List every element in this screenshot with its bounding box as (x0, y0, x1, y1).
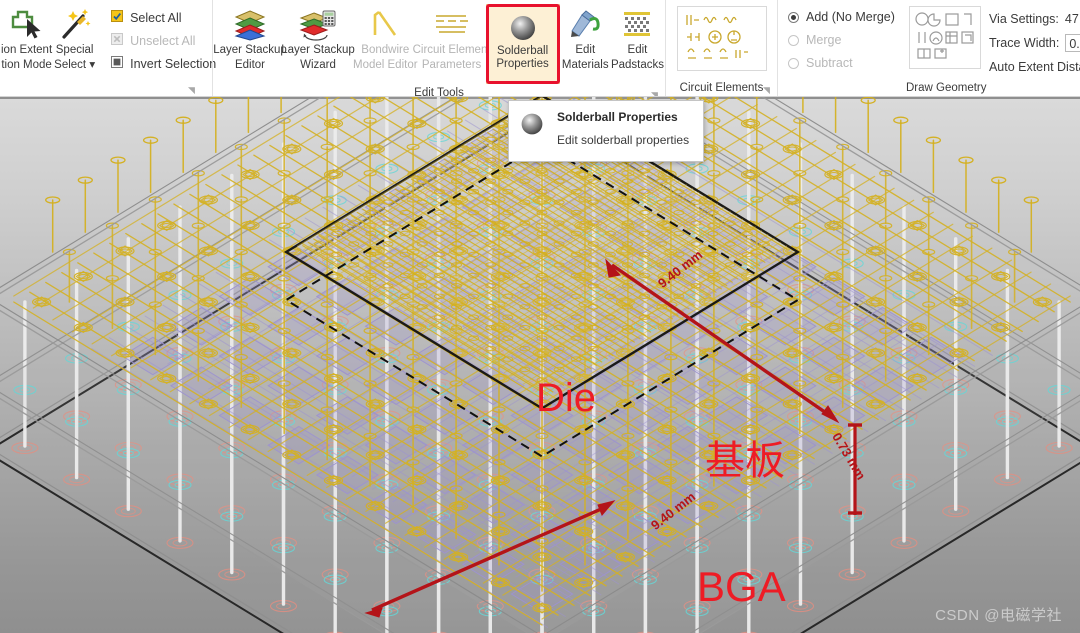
merge-label: Merge (806, 33, 842, 47)
ribbon-group-draw-geometry: Add (No Merge) Merge Subtract Via Settin… (777, 0, 1080, 96)
invert-selection-item[interactable]: Invert Selection (110, 54, 216, 74)
draw-geometry-group-title-text: Draw Geometry (906, 82, 987, 94)
selection-commands-list: Select All Unselect All Invert Selection (104, 4, 222, 74)
tooltip-title: Solderball Properties (557, 110, 678, 124)
3d-layout-viewport[interactable]: Die 基板 BGA 9.40 mm 9.40 mm 0.73 mm CSDN … (0, 97, 1080, 633)
unselect-all-item[interactable]: Unselect All (110, 31, 216, 51)
edit-padstacks-label-1: Edit (627, 44, 648, 56)
ribbon-toolbar: ion Extent tion Mode Special Select ▾ Se… (0, 0, 1080, 97)
select-all-label: Select All (130, 11, 182, 25)
selection-extent-button[interactable]: ion Extent tion Mode (0, 4, 53, 72)
layer-stackup-wizard-icon (297, 6, 339, 42)
selection-extent-label-1: ion Extent (1, 44, 53, 56)
draw-geometry-fields: Via Settings: 47 Trace Width: 0. Auto Ex… (981, 2, 1080, 77)
solderball-label-1: Solderball (496, 45, 549, 57)
circuit-elements-group-title-text: Circuit Elements (679, 82, 764, 94)
select-all-item[interactable]: Select All (110, 8, 216, 28)
circuit-elements-palette-icon[interactable] (676, 6, 767, 71)
subtract-label: Subtract (806, 56, 853, 70)
circuit-elements-dialog-launcher-icon[interactable]: ◥ (762, 86, 771, 95)
layer-stackup-wizard-label-1: Layer Stackup (281, 44, 355, 56)
substrate-label: 基板 (705, 439, 785, 483)
edit-materials-label-1: Edit (575, 44, 596, 56)
via-settings-label: Via Settings: (988, 11, 1059, 26)
add-no-merge-label: Add (No Merge) (806, 10, 895, 24)
watermark: CSDN @电磁学社 (935, 607, 1062, 624)
ribbon-group-edit-tools: Layer Stackup Editor Layer Stackup Wizar… (212, 0, 665, 97)
ribbon-group-selection: ion Extent tion Mode Special Select ▾ Se… (0, 0, 216, 96)
selection-extent-icon (7, 6, 47, 42)
bga-label: BGA (697, 563, 786, 610)
add-no-merge-radio-icon (788, 11, 799, 23)
add-no-merge-radio[interactable]: Add (No Merge) (788, 8, 895, 26)
ribbon-group-circuit-elements: Circuit Elements ◥ (665, 0, 777, 96)
trace-width-input[interactable]: 0. (1065, 33, 1080, 52)
special-select-button[interactable]: Special Select ▾ (53, 4, 96, 72)
tooltip-solderball-icon (519, 109, 545, 142)
edit-padstacks-button[interactable]: Edit Padstacks (610, 4, 665, 72)
invert-selection-label: Invert Selection (130, 57, 217, 71)
layer-stackup-editor-label-2: Editor (234, 59, 266, 71)
draw-shapes-palette-icon[interactable] (908, 6, 981, 69)
auto-extent-distance-row: Auto Extent Distance: 0. (989, 56, 1080, 77)
subtract-radio[interactable]: Subtract (788, 54, 895, 72)
merge-radio[interactable]: Merge (788, 31, 895, 49)
ribbon-group-draw-geometry-title: Draw Geometry (778, 79, 1079, 96)
ribbon-group-edit-tools-title: Edit Tools ◥ (213, 84, 665, 97)
selection-dialog-launcher-icon[interactable]: ◥ (187, 86, 196, 95)
ribbon-group-circuit-elements-title: Circuit Elements ◥ (666, 79, 777, 96)
edit-padstacks-icon (618, 6, 656, 42)
select-all-icon (110, 9, 124, 28)
merge-mode-radio-group: Add (No Merge) Merge Subtract (778, 2, 903, 72)
special-select-label-2: Select ▾ (54, 59, 96, 71)
edit-materials-icon (566, 6, 604, 42)
bondwire-label-1: Bondwire (361, 44, 410, 56)
circuit-element-parameters-button[interactable]: Circuit Element Parameters (413, 4, 491, 72)
merge-radio-icon (788, 34, 799, 46)
circuit-element-parameters-label-1: Circuit Element (412, 44, 491, 56)
solderball-properties-button[interactable]: Solderball Properties (485, 4, 560, 84)
auto-extent-distance-label: Auto Extent Distance: (988, 59, 1080, 74)
via-settings-row: Via Settings: 47 (989, 8, 1080, 29)
trace-width-row: Trace Width: 0. (989, 32, 1080, 53)
magic-wand-icon (57, 6, 93, 42)
bondwire-label-2: Model Editor (353, 59, 418, 71)
solderball-properties-tooltip: Solderball Properties Edit solderball pr… (508, 100, 704, 162)
special-select-label-1: Special (55, 44, 94, 56)
subtract-radio-icon (788, 57, 799, 69)
via-settings-value[interactable]: 47 (1065, 12, 1079, 26)
bondwire-model-editor-button[interactable]: Bondwire Model Editor (352, 4, 419, 72)
edit-tools-group-title-text: Edit Tools (414, 87, 464, 97)
layer-stackup-editor-icon (230, 6, 270, 42)
unselect-all-icon (110, 32, 124, 51)
unselect-all-label: Unselect All (130, 34, 196, 48)
ribbon-group-selection-title: ◥ (0, 79, 212, 96)
tooltip-description: Edit solderball properties (557, 133, 690, 147)
solderball-label-2: Properties (496, 58, 549, 70)
ic-package-3d-model (0, 97, 1080, 633)
circuit-element-parameters-label-2: Parameters (421, 59, 482, 71)
trace-width-label: Trace Width: (988, 35, 1060, 50)
invert-selection-icon (110, 55, 124, 74)
application-window: ion Extent tion Mode Special Select ▾ Se… (0, 0, 1080, 633)
edit-padstacks-label-2: Padstacks (610, 59, 664, 71)
layer-stackup-editor-button[interactable]: Layer Stackup Editor (213, 4, 287, 72)
edit-materials-button[interactable]: Edit Materials (561, 4, 610, 72)
selection-extent-label-2: tion Mode (1, 59, 52, 71)
layer-stackup-wizard-button[interactable]: Layer Stackup Wizard (281, 4, 355, 72)
die-label: Die (536, 376, 597, 420)
edit-materials-label-2: Materials (561, 59, 609, 71)
layer-stackup-editor-label-1: Layer Stackup (213, 44, 287, 56)
solderball-icon (508, 11, 538, 45)
layer-stackup-wizard-label-2: Wizard (300, 59, 336, 71)
bondwire-icon (365, 6, 405, 42)
circuit-element-parameters-icon (431, 6, 473, 42)
